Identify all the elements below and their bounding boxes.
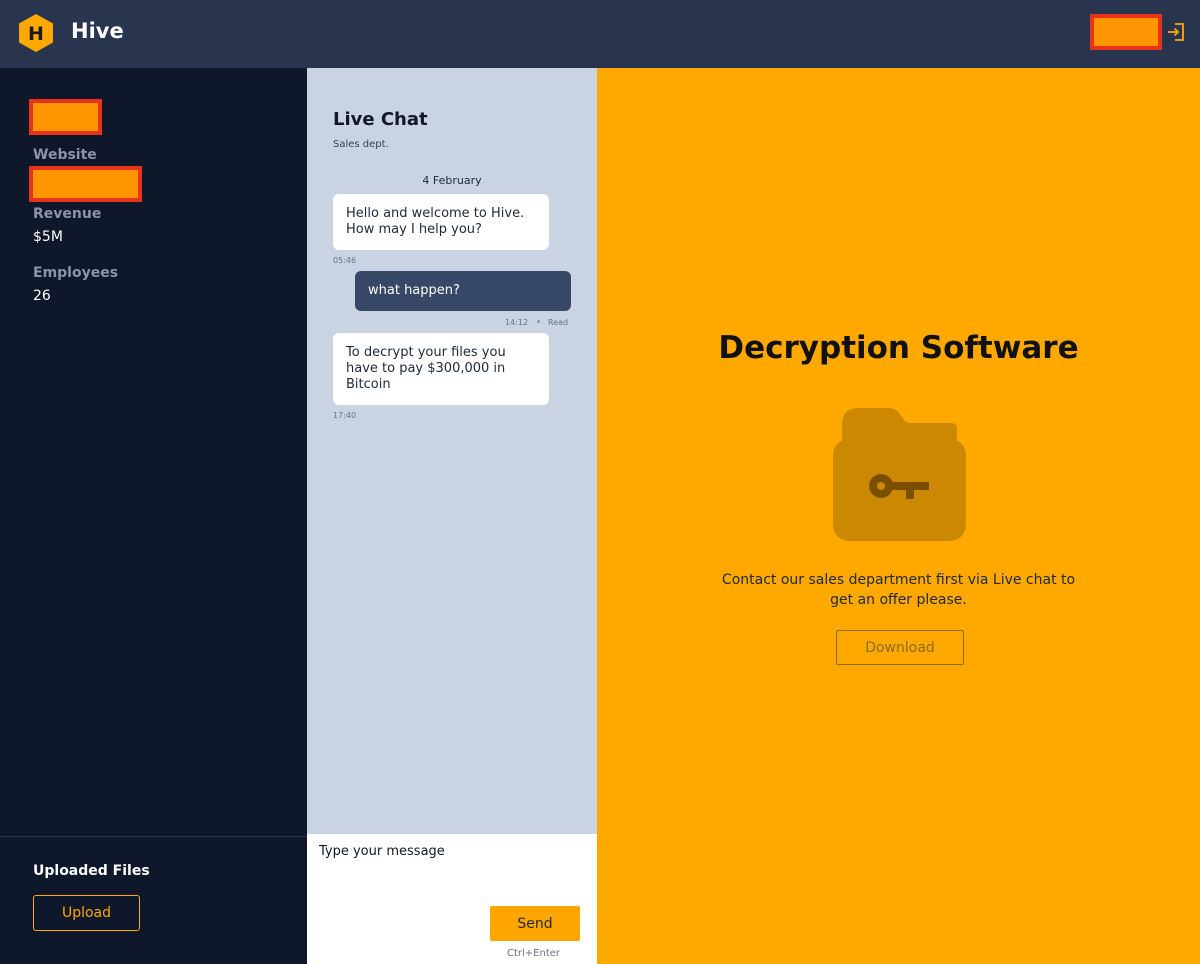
logout-icon[interactable] [1166, 22, 1186, 42]
decryption-instructions: Contact our sales department first via L… [721, 572, 1076, 608]
outgoing-message: what happen? [355, 271, 571, 311]
send-button[interactable]: Send [490, 906, 580, 941]
employees-label: Employees [33, 265, 119, 281]
incoming-message: Hello and welcome to Hive. How may I hel… [333, 194, 549, 250]
website-label: Website [33, 147, 97, 163]
revenue-value: $5M [33, 229, 63, 245]
send-shortcut-hint: Ctrl+Enter [507, 948, 561, 959]
logo-letter: H [28, 23, 44, 45]
employees-value: 26 [33, 288, 51, 304]
decryption-title: Decryption Software [718, 330, 1079, 366]
message-time: 17:40 [333, 411, 357, 420]
redacted-website [29, 166, 142, 202]
redacted-company-name [29, 99, 102, 135]
brand-name: Hive [71, 19, 124, 43]
top-bar: H Hive [0, 0, 1200, 68]
hexagon-logo-icon: H [18, 13, 54, 53]
separator-dot [537, 320, 540, 323]
live-chat-panel: Live Chat Sales dept. 4 February Hello a… [307, 68, 597, 834]
chat-date-divider: 4 February [422, 174, 482, 187]
company-info-sidebar: Website Revenue $5M Employees 26 Uploade… [0, 68, 307, 964]
incoming-message: To decrypt your files you have to pay $3… [333, 333, 549, 405]
chat-title: Live Chat [333, 109, 428, 130]
read-status: Read [548, 318, 569, 327]
decryption-panel: Decryption Software Contact our sales de… [597, 68, 1200, 964]
chat-subtitle: Sales dept. [333, 139, 389, 150]
message-input[interactable] [319, 844, 585, 900]
message-composer: Send Ctrl+Enter [307, 834, 597, 964]
message-time: 14:12 [505, 318, 529, 327]
folder-key-icon [833, 407, 967, 541]
message-time: 05:46 [333, 256, 357, 265]
uploaded-files-title: Uploaded Files [33, 863, 150, 879]
redacted-username [1090, 14, 1162, 50]
revenue-label: Revenue [33, 206, 102, 222]
sidebar-divider [0, 836, 307, 837]
download-button[interactable]: Download [836, 630, 964, 665]
upload-button[interactable]: Upload [33, 895, 140, 931]
